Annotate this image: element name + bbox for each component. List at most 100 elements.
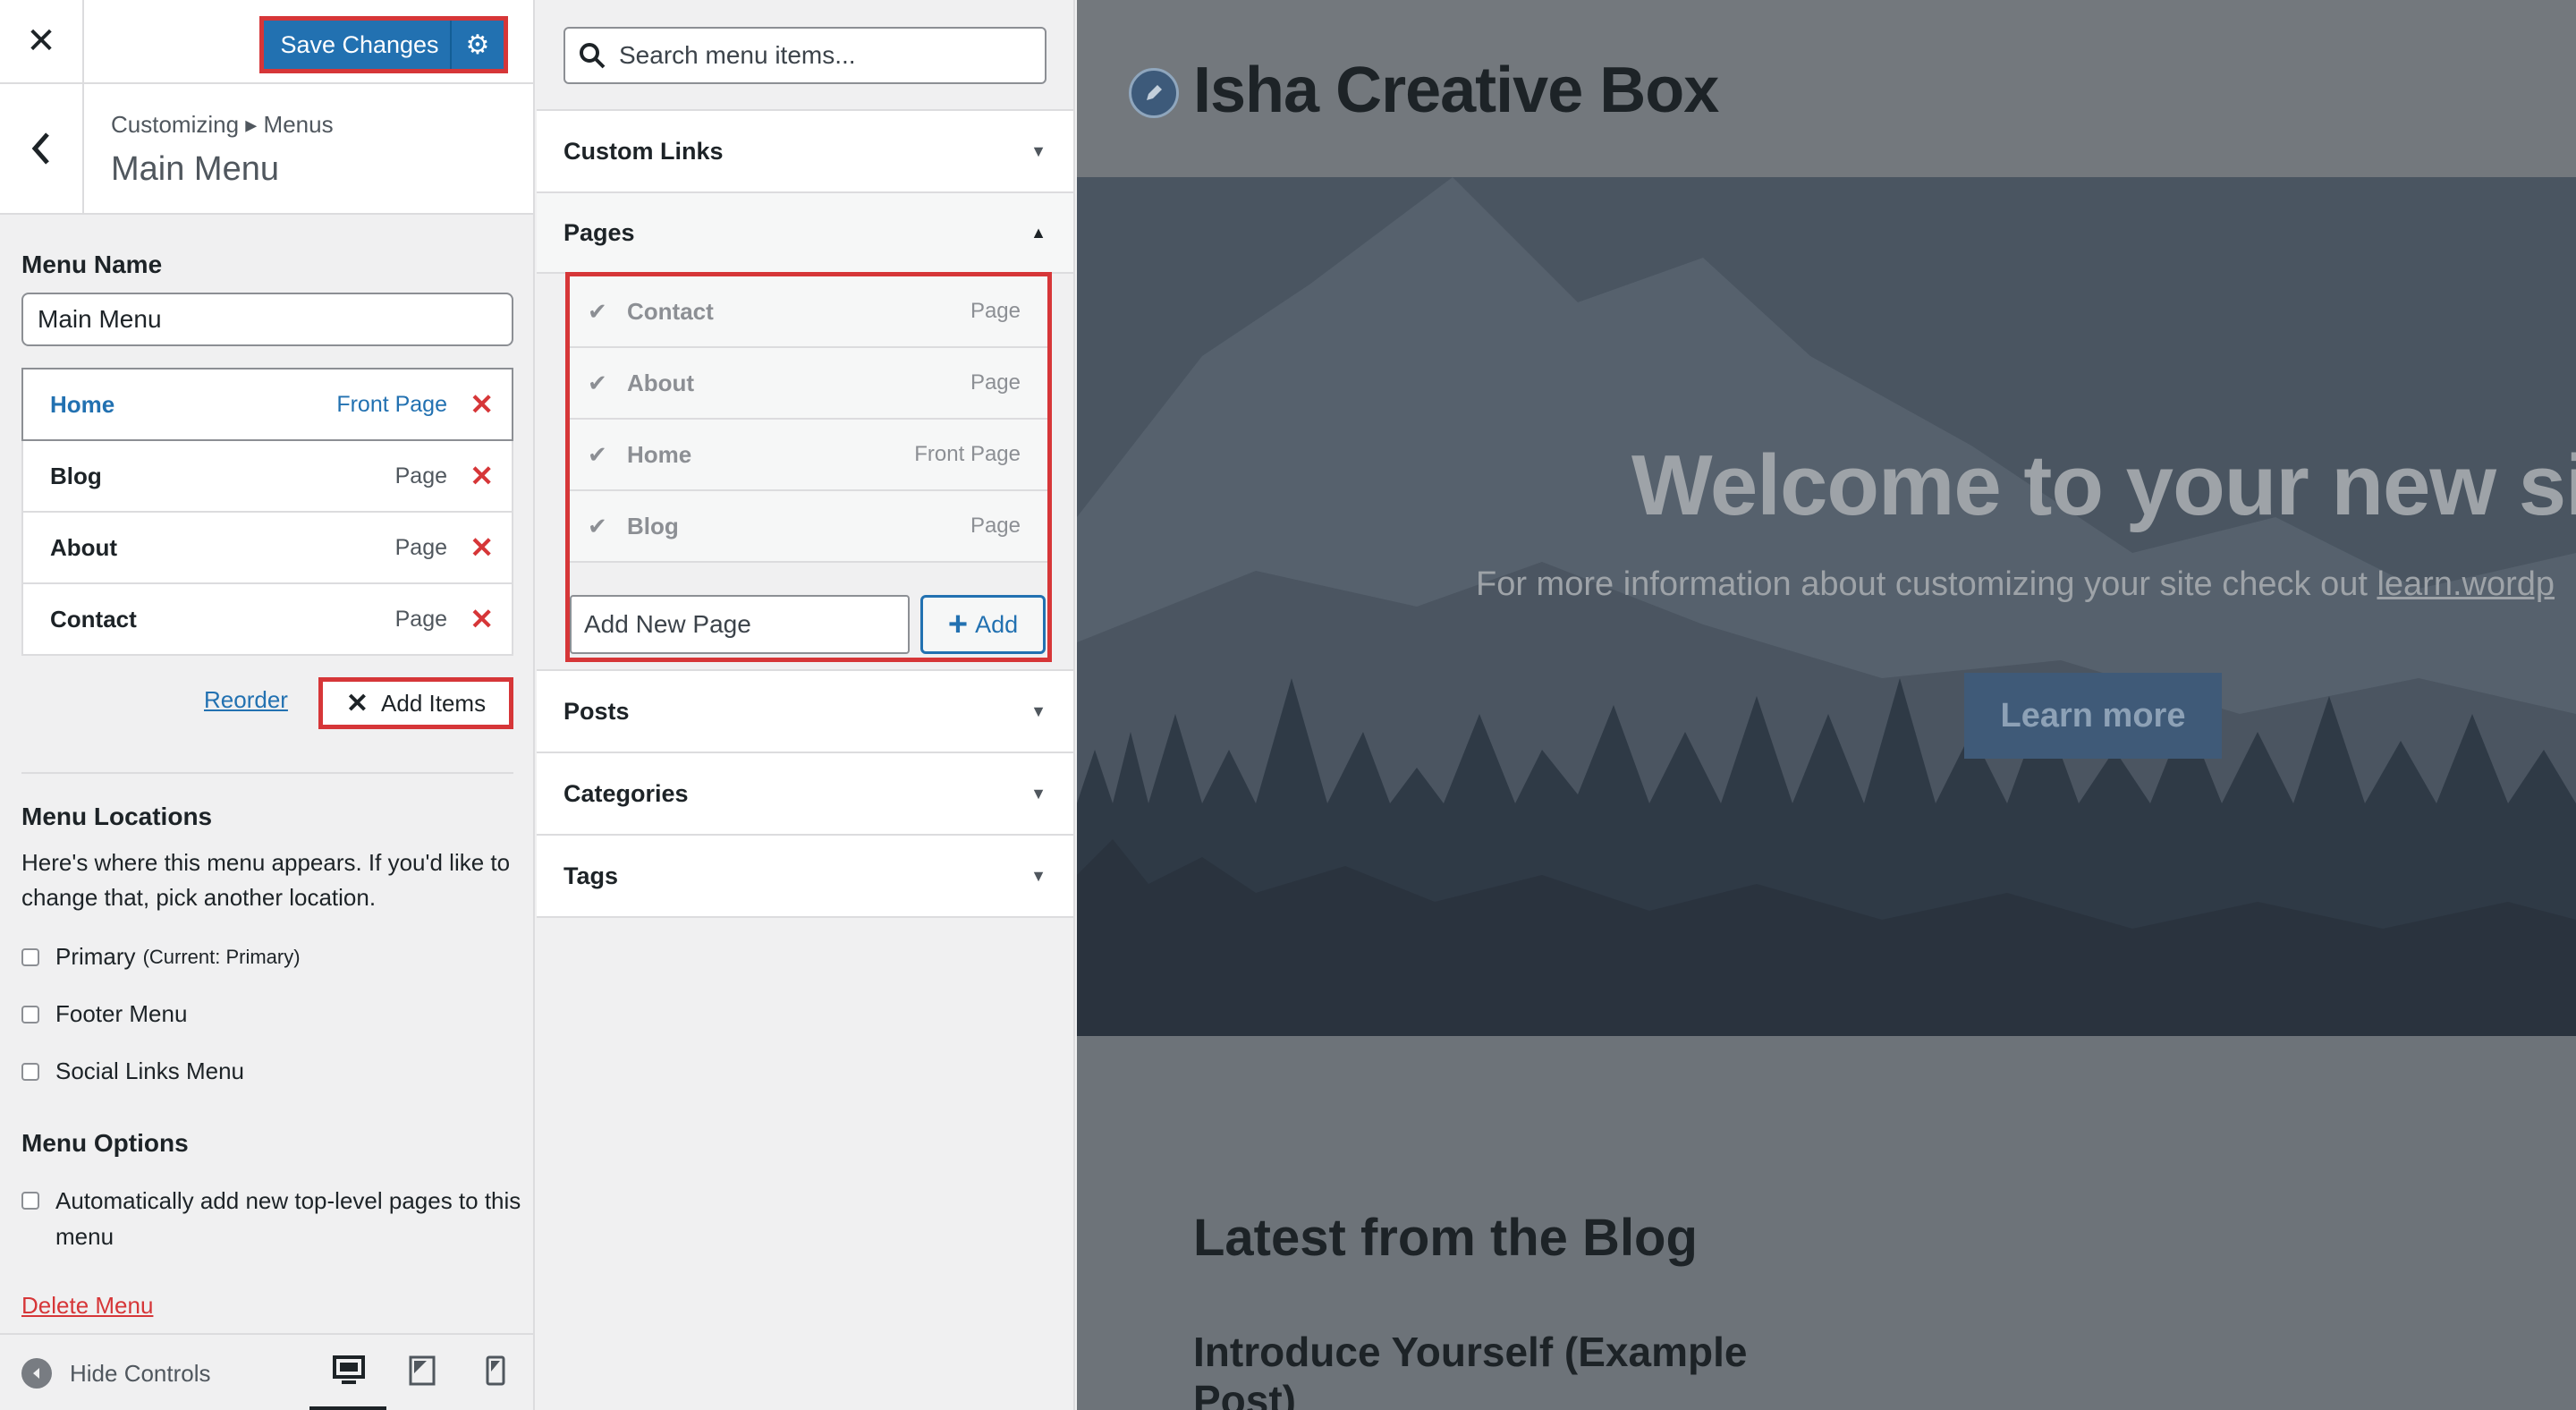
menu-options-title: Menu Options xyxy=(21,1129,189,1157)
remove-icon[interactable]: ✕ xyxy=(470,459,494,493)
hero-title: Welcome to your new site. xyxy=(1631,437,2576,533)
site-header: Isha Creative Box xyxy=(1077,0,2576,177)
customizer-header: ✕ Save Changes ⚙ xyxy=(0,0,533,84)
social-links-checkbox[interactable] xyxy=(21,1063,39,1081)
section-header: Customizing ▸ Menus Main Menu xyxy=(0,84,533,215)
save-changes-group: Save Changes ⚙ xyxy=(259,16,508,73)
page-item-type: Page xyxy=(970,514,1021,538)
checkmark-icon: ✔ xyxy=(588,512,607,539)
delete-menu-link[interactable]: Delete Menu xyxy=(21,1292,153,1320)
hero-subtitle-text: For more information about customizing y… xyxy=(1476,565,2377,603)
add-items-button[interactable]: ✕ Add Items xyxy=(318,677,513,729)
save-changes-button[interactable]: Save Changes xyxy=(264,21,450,69)
pencil-icon xyxy=(1147,85,1162,100)
page-item-title: Blog xyxy=(627,512,679,539)
accordion-title: Custom Links xyxy=(564,137,724,165)
search-box[interactable] xyxy=(564,27,1046,84)
menu-item-about[interactable]: About Page ✕ xyxy=(21,513,513,584)
accordion-categories[interactable]: Categories ▼ xyxy=(537,752,1073,834)
menu-item-title: Contact xyxy=(50,605,137,633)
plus-icon: + xyxy=(947,606,969,643)
social-links-label: Social Links Menu xyxy=(55,1058,244,1084)
page-item-home[interactable]: ✔ Home Front Page xyxy=(570,420,1047,491)
desktop-preview-button[interactable] xyxy=(331,1353,367,1389)
hero-subtitle: For more information about customizing y… xyxy=(1476,565,2555,604)
hide-controls-button[interactable]: Hide Controls xyxy=(21,1358,211,1389)
accordion-pages[interactable]: Pages ▲ xyxy=(537,191,1073,274)
customizer-controls: ✕ Save Changes ⚙ Customizing ▸ Menus Mai… xyxy=(0,0,535,1410)
page-item-contact[interactable]: ✔ Contact Page xyxy=(570,276,1047,348)
page-item-blog[interactable]: ✔ Blog Page xyxy=(570,491,1047,563)
edit-shortcut-button[interactable] xyxy=(1129,68,1179,118)
auto-add-checkbox[interactable] xyxy=(21,1192,39,1210)
caret-down-icon: ▼ xyxy=(1030,784,1046,803)
footer-menu-label: Footer Menu xyxy=(55,1000,188,1027)
menu-item-home[interactable]: Home Front Page ✕ xyxy=(21,368,513,441)
remove-icon[interactable]: ✕ xyxy=(470,531,494,565)
primary-current-note: (Current: Primary) xyxy=(142,946,301,968)
menu-name-input[interactable] xyxy=(21,293,513,346)
accordion-tags[interactable]: Tags ▼ xyxy=(537,834,1073,918)
checkmark-icon: ✔ xyxy=(588,297,607,325)
menu-item-type: Page xyxy=(394,463,447,488)
location-footer[interactable]: Footer Menu xyxy=(21,1000,187,1028)
breadcrumb: Customizing ▸ Menus xyxy=(111,111,334,138)
page-item-type: Page xyxy=(970,370,1021,395)
collapse-arrow-icon xyxy=(21,1358,52,1389)
hide-controls-label: Hide Controls xyxy=(70,1359,211,1387)
location-social[interactable]: Social Links Menu xyxy=(21,1058,244,1085)
menu-item-type: Front Page xyxy=(336,391,447,417)
search-icon xyxy=(580,43,606,69)
search-input[interactable] xyxy=(619,41,1039,70)
site-preview[interactable]: Isha Creative Box Welcome to your new si… xyxy=(1077,0,2576,1410)
menu-locations-description: Here's where this menu appears. If you'd… xyxy=(21,849,511,911)
available-menu-items-panel: Custom Links ▼ Pages ▲ ✔ Contact Page ✔ … xyxy=(537,0,1075,1410)
add-label: Add xyxy=(975,610,1019,638)
auto-add-pages-option[interactable]: Automatically add new top-level pages to… xyxy=(21,1183,522,1254)
page-item-about[interactable]: ✔ About Page xyxy=(570,348,1047,420)
learn-wordpress-link[interactable]: learn.wordp xyxy=(2377,565,2555,603)
mobile-icon xyxy=(486,1355,505,1386)
back-button[interactable] xyxy=(0,84,84,213)
divider xyxy=(21,772,513,774)
mobile-preview-button[interactable] xyxy=(478,1353,513,1389)
caret-down-icon: ▼ xyxy=(1030,701,1046,720)
caret-down-icon: ▼ xyxy=(1030,141,1046,160)
tablet-preview-button[interactable] xyxy=(404,1353,440,1389)
add-new-page-button[interactable]: + Add xyxy=(920,595,1046,654)
menu-locations-title: Menu Locations xyxy=(21,803,213,830)
blog-section-heading: Latest from the Blog xyxy=(1193,1209,1698,1267)
section-title: Main Menu xyxy=(111,150,279,188)
post-title[interactable]: Introduce Yourself (Example Post) xyxy=(1193,1328,1819,1410)
menu-item-title: Home xyxy=(50,390,115,418)
desktop-icon xyxy=(333,1355,365,1384)
page-item-type: Front Page xyxy=(914,442,1021,466)
close-customizer-button[interactable]: ✕ xyxy=(0,0,84,82)
remove-icon[interactable]: ✕ xyxy=(470,387,494,421)
page-item-title: About xyxy=(627,369,695,396)
accordion-posts[interactable]: Posts ▼ xyxy=(537,669,1073,752)
new-page-title-input[interactable] xyxy=(570,595,910,654)
gear-icon: ⚙ xyxy=(465,30,490,60)
reorder-link[interactable]: Reorder xyxy=(204,686,288,714)
chevron-left-icon xyxy=(31,132,49,165)
primary-checkbox[interactable] xyxy=(21,948,39,966)
location-primary[interactable]: Primary (Current: Primary) xyxy=(21,943,301,971)
accordion-custom-links[interactable]: Custom Links ▼ xyxy=(537,109,1073,191)
hero-cover: Welcome to your new site. For more infor… xyxy=(1077,177,2576,1036)
menu-item-blog[interactable]: Blog Page ✕ xyxy=(21,441,513,513)
footer-menu-checkbox[interactable] xyxy=(21,1006,39,1024)
menu-name-label: Menu Name xyxy=(21,251,163,278)
menu-items-list: Home Front Page ✕ Blog Page ✕ About Page… xyxy=(21,368,513,656)
menu-item-contact[interactable]: Contact Page ✕ xyxy=(21,584,513,656)
remove-icon[interactable]: ✕ xyxy=(470,602,494,636)
publish-settings-button[interactable]: ⚙ xyxy=(450,21,504,69)
mountain-forest-image xyxy=(1077,177,2576,1036)
learn-more-button[interactable]: Learn more xyxy=(1964,673,2222,759)
caret-up-icon: ▲ xyxy=(1030,223,1046,242)
menu-item-type: Page xyxy=(394,534,447,560)
page-item-title: Contact xyxy=(627,297,714,325)
site-title[interactable]: Isha Creative Box xyxy=(1193,54,1719,127)
add-items-label: Add Items xyxy=(381,689,487,717)
customizer-footer: Hide Controls xyxy=(0,1333,533,1410)
